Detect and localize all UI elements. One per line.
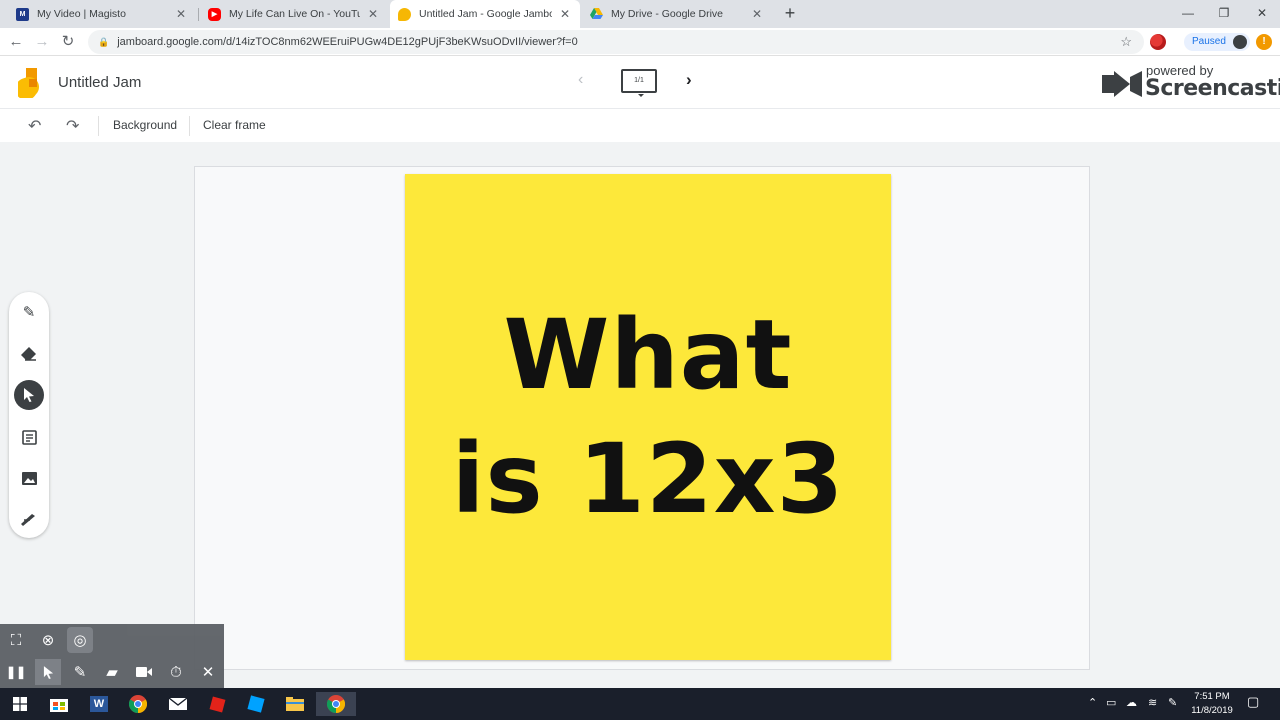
pen-tool-icon[interactable]: ✎ — [14, 297, 44, 327]
tool-rail: ✎ — [9, 292, 49, 538]
tab-title: My Video | Magisto — [37, 8, 126, 20]
cursor-tool-icon[interactable] — [35, 659, 61, 685]
youtube-icon: ▶ — [208, 7, 221, 21]
undo-icon[interactable]: ↶ — [28, 116, 41, 136]
roblox-studio-icon[interactable] — [244, 692, 268, 716]
pause-recording-icon[interactable]: ❚❚ — [3, 659, 29, 685]
microsoft-store-icon[interactable] — [47, 692, 71, 716]
focus-mouse-icon[interactable]: ⛶ — [3, 627, 29, 653]
address-bar[interactable]: 🔒 jamboard.google.com/d/14izTOC8nm62WEEr… — [88, 30, 1144, 54]
next-frame-chevron-icon[interactable]: › — [686, 70, 692, 90]
magisto-icon: M — [16, 7, 29, 21]
chrome-active-icon[interactable] — [316, 692, 356, 716]
tab-jamboard[interactable]: Untitled Jam - Google Jamboard ✕ — [390, 0, 580, 28]
timer-icon[interactable]: ⏱ — [163, 659, 189, 685]
windows-start-icon[interactable] — [8, 692, 32, 716]
sticky-note-line-1: What — [503, 299, 793, 411]
sticky-note-tool-icon[interactable] — [14, 422, 44, 452]
jamboard-header: Untitled Jam ‹ 1/1 › powered by Screenca… — [0, 57, 1280, 109]
avatar — [1232, 35, 1247, 49]
redo-icon[interactable]: ↷ — [66, 116, 79, 136]
sticky-note[interactable]: What is 12x3 — [405, 174, 891, 660]
paused-label: Paused — [1192, 36, 1226, 47]
draw-eraser-icon[interactable]: ▰ — [99, 659, 125, 685]
jam-toolbar: ↶ ↷ Background Clear frame — [0, 110, 1280, 142]
file-explorer-icon[interactable] — [283, 692, 307, 716]
screencastify-brand: Screencastify — [1145, 76, 1280, 101]
drive-icon — [590, 8, 603, 21]
chrome-menu-button[interactable]: ! — [1256, 34, 1272, 50]
screencastify-logo-icon — [1102, 71, 1142, 97]
lock-icon: 🔒 — [98, 36, 110, 47]
close-panel-icon[interactable]: ✕ — [195, 659, 221, 685]
jamboard-icon — [398, 7, 411, 21]
mail-icon[interactable] — [166, 692, 190, 716]
tray-chevron-up-icon[interactable]: ⌃ — [1088, 696, 1097, 709]
frame-bar-toggle[interactable]: 1/1 — [621, 69, 657, 97]
clock-time: 7:51 PM — [1194, 691, 1230, 702]
jam-title[interactable]: Untitled Jam — [58, 74, 141, 91]
image-tool-icon[interactable] — [14, 463, 44, 493]
onedrive-icon[interactable]: ☁ — [1126, 696, 1137, 709]
notification-icon[interactable]: ▢ — [1247, 694, 1259, 710]
forward-button[interactable]: → — [32, 32, 52, 52]
draw-pen-icon[interactable]: ✎ — [67, 659, 93, 685]
word-icon[interactable]: W — [87, 692, 111, 716]
minimize-button[interactable]: — — [1170, 0, 1206, 28]
wifi-icon[interactable]: ≋ — [1148, 696, 1157, 709]
tab-title: My Life Can Live On - YouTube — [229, 8, 360, 20]
reload-button[interactable]: ↻ — [58, 32, 78, 52]
tab-youtube[interactable]: ▶ My Life Can Live On - YouTube ✕ — [200, 0, 388, 28]
screencastify-top-row: ⛶ ⊗ ◎ — [0, 624, 224, 656]
system-clock[interactable]: 7:51 PM 11/8/2019 — [1186, 690, 1238, 718]
clear-frame-button[interactable]: Clear frame — [203, 118, 266, 132]
screencastify-control-panel: ⛶ ⊗ ◎ ❚❚ ✎ ▰ ⏱ ✕ — [0, 624, 224, 688]
jamboard-logo-icon[interactable] — [18, 68, 40, 98]
url-text: jamboard.google.com/d/14izTOC8nm62WEErui… — [117, 36, 578, 48]
tab-drive[interactable]: My Drive - Google Drive ✕ — [582, 0, 772, 28]
background-button[interactable]: Background — [113, 118, 177, 132]
clock-date: 11/8/2019 — [1191, 705, 1233, 716]
screencastify-watermark: powered by Screencastify — [1100, 63, 1280, 103]
windows-taskbar: W ⌃ ▭ ☁ ≋ ✎ 7:51 PM 11/8/2019 ▢ — [0, 688, 1280, 720]
previous-frame-chevron-icon[interactable]: ‹ — [578, 71, 583, 89]
highlight-click-icon[interactable]: ⊗ — [35, 627, 61, 653]
close-icon[interactable]: ✕ — [174, 7, 188, 21]
spotlight-icon[interactable]: ◎ — [67, 627, 93, 653]
profile-paused-chip[interactable]: Paused — [1184, 33, 1250, 51]
tab-divider — [198, 8, 199, 21]
tab-title: Untitled Jam - Google Jamboard — [419, 8, 552, 20]
chrome-icon[interactable] — [126, 692, 150, 716]
webcam-icon[interactable] — [131, 659, 157, 685]
tab-magisto[interactable]: M My Video | Magisto ✕ — [8, 0, 196, 28]
browser-tab-strip: M My Video | Magisto ✕ ▶ My Life Can Liv… — [0, 0, 1280, 28]
new-tab-button[interactable]: + — [780, 4, 800, 24]
back-button[interactable]: ← — [6, 32, 26, 52]
toolbar-divider — [98, 116, 99, 136]
browser-toolbar: ← → ↻ 🔒 jamboard.google.com/d/14izTOC8nm… — [0, 28, 1280, 56]
bookmark-star-icon[interactable]: ☆ — [1120, 34, 1132, 50]
eraser-tool-icon[interactable] — [14, 339, 44, 369]
pen-workspace-icon[interactable]: ✎ — [1168, 696, 1177, 709]
battery-icon[interactable]: ▭ — [1106, 696, 1116, 709]
sticky-note-line-2: is 12x3 — [451, 423, 845, 535]
close-icon[interactable]: ✕ — [366, 7, 380, 21]
screencastify-extension-icon[interactable] — [1150, 34, 1166, 50]
window-close-button[interactable]: ✕ — [1244, 0, 1280, 28]
laser-tool-icon[interactable] — [14, 505, 44, 535]
close-icon[interactable]: ✕ — [750, 7, 764, 21]
roblox-icon[interactable] — [205, 692, 229, 716]
tab-title: My Drive - Google Drive — [611, 8, 724, 20]
restore-button[interactable]: ❐ — [1206, 0, 1242, 28]
select-tool-icon[interactable] — [14, 380, 44, 410]
screencastify-bottom-row: ❚❚ ✎ ▰ ⏱ ✕ — [0, 656, 224, 688]
close-icon[interactable]: ✕ — [558, 7, 572, 21]
toolbar-divider — [189, 116, 190, 136]
sticky-note-text: What is 12x3 — [452, 293, 845, 541]
